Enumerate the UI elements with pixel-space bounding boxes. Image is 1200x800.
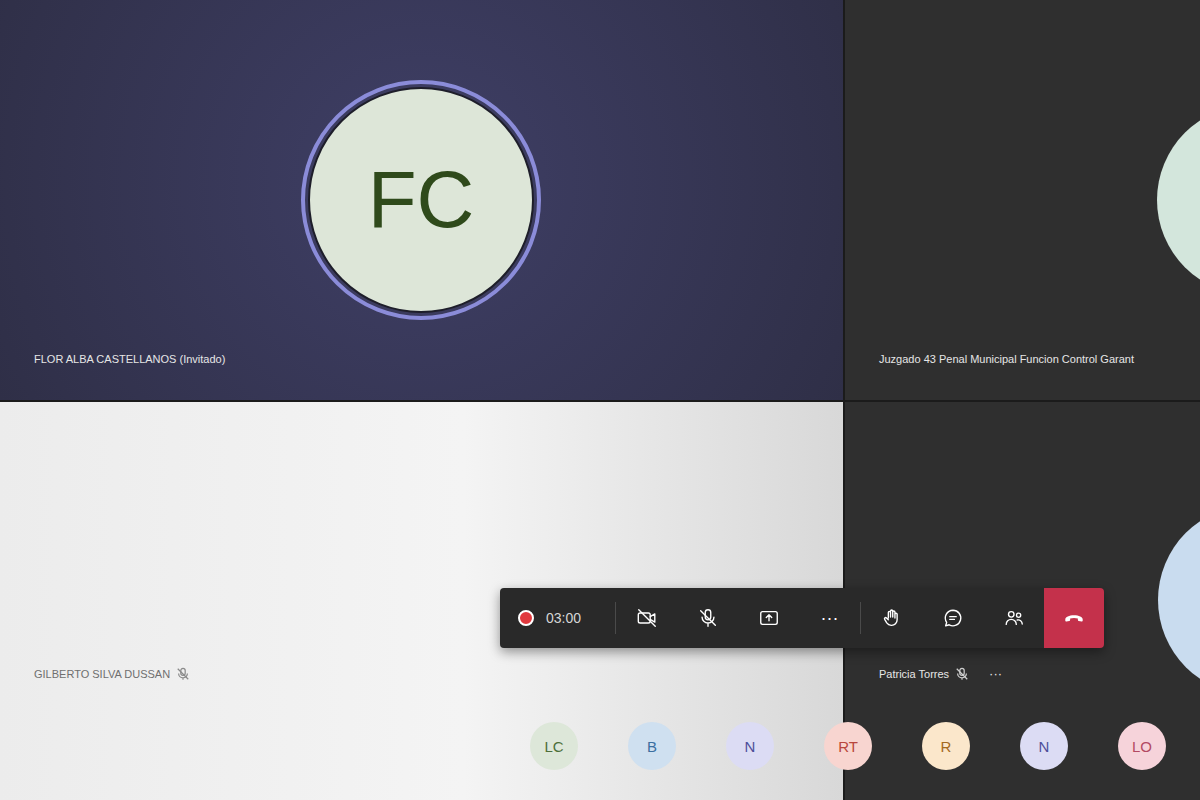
share-button[interactable] bbox=[738, 588, 799, 648]
roster-initials: LC bbox=[544, 739, 563, 754]
raise-hand-icon bbox=[881, 607, 903, 629]
participant-tile[interactable]: Juzgado 43 Penal Municipal Funcion Contr… bbox=[845, 0, 1200, 400]
chat-icon bbox=[942, 607, 964, 629]
call-toolbar: 03:00 ··· bbox=[500, 588, 1104, 648]
participant-roster: LC B N RT R N LO bbox=[530, 722, 1166, 770]
avatar-initials: FC bbox=[368, 160, 475, 240]
roster-avatar[interactable]: N bbox=[726, 722, 774, 770]
avatar bbox=[1157, 105, 1200, 295]
roster-avatar[interactable]: N bbox=[1020, 722, 1068, 770]
recording-status: 03:00 bbox=[500, 588, 615, 648]
roster-initials: R bbox=[941, 739, 952, 754]
participant-name: Patricia Torres bbox=[879, 667, 949, 681]
roster-avatar[interactable]: LO bbox=[1118, 722, 1166, 770]
mic-off-icon bbox=[955, 667, 969, 681]
participant-name: Juzgado 43 Penal Municipal Funcion Contr… bbox=[879, 352, 1134, 366]
roster-avatar[interactable]: RT bbox=[824, 722, 872, 770]
call-timer: 03:00 bbox=[546, 608, 581, 629]
name-label: FLOR ALBA CASTELLANOS (Invitado) bbox=[34, 352, 225, 366]
mic-icon bbox=[697, 607, 719, 629]
more-button[interactable]: ··· bbox=[799, 588, 860, 648]
avatar: FC bbox=[308, 87, 534, 313]
avatar bbox=[1158, 505, 1200, 695]
divider bbox=[615, 602, 616, 634]
participant-tile[interactable]: FC FLOR ALBA CASTELLANOS (Invitado) bbox=[0, 0, 843, 400]
roster-initials: N bbox=[745, 739, 756, 754]
name-label: Patricia Torres ··· bbox=[879, 667, 1002, 681]
record-dot bbox=[518, 610, 534, 626]
roster-avatar[interactable]: B bbox=[628, 722, 676, 770]
name-label: GILBERTO SILVA DUSSAN bbox=[34, 667, 190, 681]
more-label: ··· bbox=[821, 609, 839, 627]
speaking-ring: FC bbox=[301, 80, 541, 320]
mic-button[interactable] bbox=[677, 588, 738, 648]
chat-button[interactable] bbox=[922, 588, 983, 648]
roster-initials: N bbox=[1039, 739, 1050, 754]
camera-button[interactable] bbox=[616, 588, 677, 648]
roster-initials: B bbox=[647, 739, 657, 754]
participants-button[interactable] bbox=[983, 588, 1044, 648]
mic-off-icon bbox=[176, 667, 190, 681]
share-icon bbox=[758, 607, 780, 629]
hang-up-icon bbox=[1063, 607, 1085, 629]
participants-icon bbox=[1003, 607, 1025, 629]
raise-hand-button[interactable] bbox=[861, 588, 922, 648]
more-button[interactable]: ··· bbox=[989, 667, 1002, 681]
roster-initials: LO bbox=[1132, 739, 1152, 754]
roster-initials: RT bbox=[838, 739, 858, 754]
participant-name: GILBERTO SILVA DUSSAN bbox=[34, 667, 170, 681]
leave-button[interactable] bbox=[1044, 588, 1104, 648]
divider bbox=[860, 602, 861, 634]
camera-icon bbox=[636, 607, 658, 629]
participant-name: FLOR ALBA CASTELLANOS (Invitado) bbox=[34, 352, 225, 366]
roster-avatar[interactable]: R bbox=[922, 722, 970, 770]
name-label: Juzgado 43 Penal Municipal Funcion Contr… bbox=[879, 352, 1134, 366]
roster-avatar[interactable]: LC bbox=[530, 722, 578, 770]
